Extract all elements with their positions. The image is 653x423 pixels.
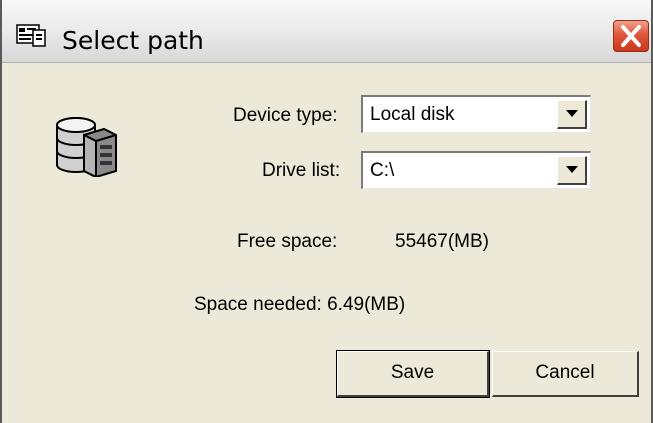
select-path-dialog: Select path Device type: Local disk Driv…: [0, 0, 653, 423]
drive-list-label: Drive list:: [262, 160, 341, 181]
device-type-dropdown[interactable]: Local disk: [361, 95, 591, 133]
space-needed-text: Space needed: 6.49(MB): [194, 294, 406, 315]
device-type-value: Local disk: [370, 104, 455, 125]
free-space-label: Free space:: [237, 231, 338, 252]
close-icon: [621, 25, 641, 47]
free-space-value: 55467(MB): [395, 231, 489, 252]
save-button[interactable]: Save: [336, 350, 490, 398]
drive-list-dropdown-button[interactable]: [557, 156, 587, 185]
drive-list-value: C:\: [370, 160, 395, 181]
chevron-down-icon: [566, 166, 578, 173]
device-type-dropdown-button[interactable]: [557, 100, 587, 129]
window-title: Select path: [62, 26, 204, 55]
drive-list-dropdown[interactable]: C:\: [361, 151, 591, 189]
device-type-label: Device type:: [233, 105, 338, 126]
title-bar[interactable]: Select path: [2, 0, 651, 63]
chevron-down-icon: [566, 110, 578, 117]
setup-icon: [16, 22, 48, 48]
close-button[interactable]: [613, 20, 649, 52]
database-disk-icon: [54, 115, 122, 179]
cancel-button[interactable]: Cancel: [492, 351, 639, 397]
